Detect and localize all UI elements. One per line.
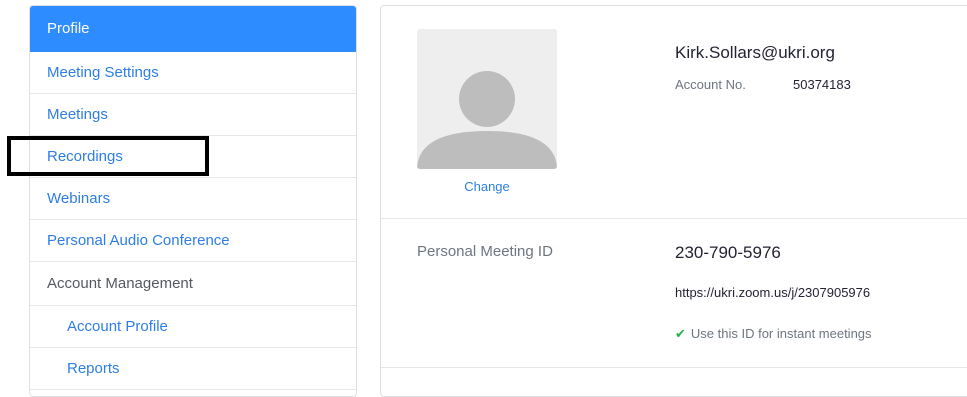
personal-meeting-url[interactable]: https://ukri.zoom.us/j/2307905976 — [675, 285, 870, 300]
sidebar-item-personal-audio-conference[interactable]: Personal Audio Conference — [30, 220, 356, 262]
personal-meeting-id-value: 230-790-5976 — [675, 243, 781, 262]
profile-panel: Change Kirk.Sollars@ukri.org Account No.… — [380, 5, 967, 397]
sidebar-nav: Profile Meeting Settings Meetings Record… — [29, 5, 357, 397]
sidebar-item-profile[interactable]: Profile — [30, 6, 356, 52]
instant-meeting-text: Use this ID for instant meetings — [690, 326, 872, 341]
account-no-label: Account No. — [675, 77, 746, 92]
avatar[interactable] — [417, 29, 557, 169]
default-user-avatar-icon — [417, 29, 557, 169]
profile-section: Change Kirk.Sollars@ukri.org Account No.… — [381, 6, 967, 219]
checkmark-icon: ✔ — [675, 326, 686, 341]
sidebar-item-webinars[interactable]: Webinars — [30, 178, 356, 220]
section-divider — [381, 367, 967, 368]
personal-meeting-id-label: Personal Meeting ID — [417, 243, 553, 260]
account-no-value: 50374183 — [793, 77, 851, 92]
instant-meeting-option: ✔ Use this ID for instant meetings — [675, 326, 872, 342]
sidebar-item-account-profile[interactable]: Account Profile — [30, 306, 356, 348]
account-email: Kirk.Sollars@ukri.org — [675, 43, 835, 62]
sidebar-item-meetings[interactable]: Meetings — [30, 94, 356, 136]
sidebar-item-meeting-settings[interactable]: Meeting Settings — [30, 52, 356, 94]
sidebar-group-account-management: Account Management — [30, 262, 356, 306]
sidebar-item-reports[interactable]: Reports — [30, 348, 356, 390]
sidebar-item-recordings[interactable]: Recordings — [30, 136, 356, 178]
change-avatar-link[interactable]: Change — [417, 179, 557, 194]
